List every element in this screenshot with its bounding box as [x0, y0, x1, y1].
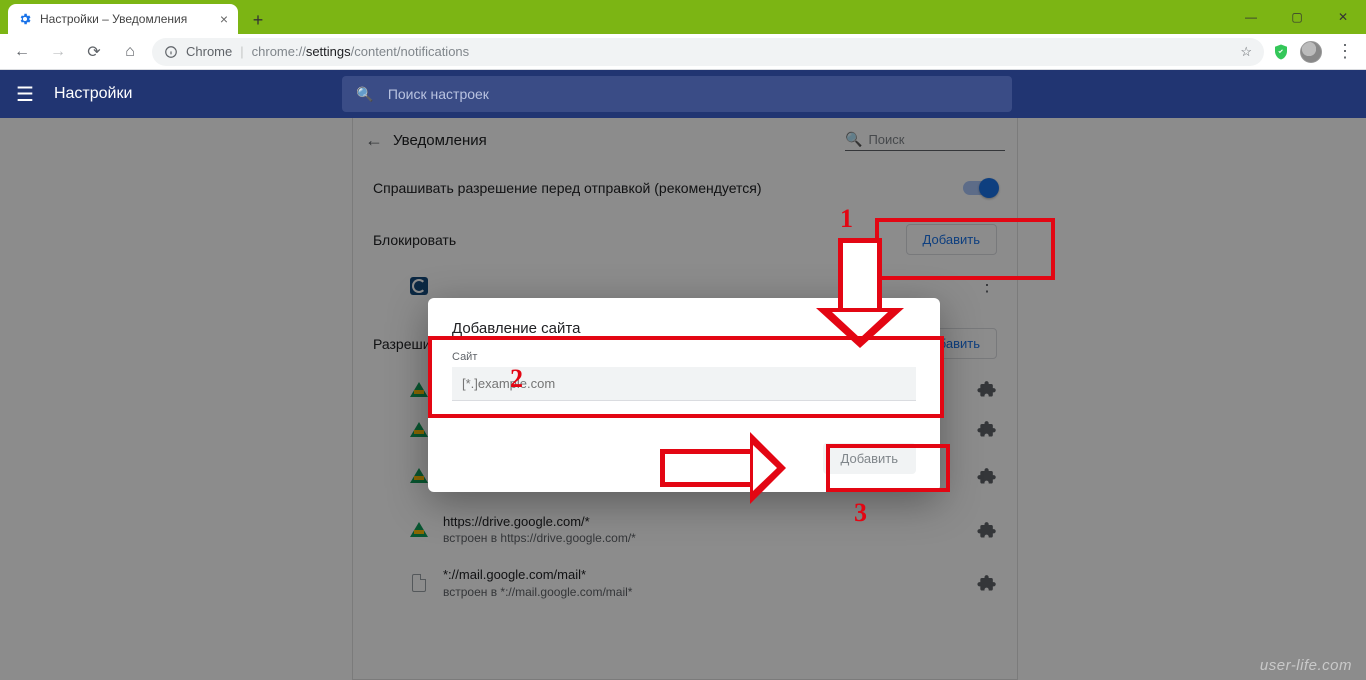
dialog-field-label: Сайт: [452, 351, 916, 363]
browser-menu-icon[interactable]: ⋮: [1332, 41, 1358, 62]
omnibox[interactable]: Chrome | chrome://settings/content/notif…: [152, 38, 1264, 66]
nav-home-icon[interactable]: ⌂: [116, 38, 144, 66]
nav-forward-icon[interactable]: →: [44, 38, 72, 66]
address-bar: ← → ⟳ ⌂ Chrome | chrome://settings/conte…: [0, 34, 1366, 70]
omnibox-url: chrome://settings/content/notifications: [252, 44, 1233, 59]
gear-icon: [18, 12, 32, 26]
window-minimize[interactable]: —: [1228, 0, 1274, 34]
window-close[interactable]: ✕: [1320, 0, 1366, 34]
profile-avatar[interactable]: [1300, 41, 1322, 63]
info-icon: [164, 45, 178, 59]
bookmark-star-icon[interactable]: ☆: [1240, 44, 1252, 60]
settings-title: Настройки: [54, 85, 132, 103]
window-controls: — ▢ ✕: [1228, 0, 1366, 34]
new-tab-button[interactable]: +: [244, 6, 272, 34]
page-body: ← Уведомления 🔍 Поиск Спрашивать разреше…: [0, 118, 1366, 680]
extension-shield-icon[interactable]: [1272, 43, 1290, 61]
nav-back-icon[interactable]: ←: [8, 38, 36, 66]
tab-title: Настройки – Уведомления: [40, 12, 214, 26]
browser-tab[interactable]: Настройки – Уведомления ×: [8, 4, 238, 34]
search-icon: 🔍: [356, 86, 373, 103]
settings-search-placeholder: Поиск настроек: [388, 86, 489, 102]
watermark: user-life.com: [1260, 657, 1352, 674]
nav-reload-icon[interactable]: ⟳: [80, 38, 108, 66]
dialog-title: Добавление сайта: [452, 320, 916, 337]
hamburger-icon[interactable]: ☰: [16, 82, 34, 107]
settings-search[interactable]: 🔍 Поиск настроек: [342, 76, 1012, 112]
add-site-dialog: Добавление сайта Сайт Отмена Добавить: [428, 298, 940, 492]
dialog-confirm-button[interactable]: Добавить: [823, 443, 916, 474]
omnibox-secure-label: Chrome: [186, 44, 232, 59]
tab-close-icon[interactable]: ×: [220, 11, 228, 27]
window-titlebar: Настройки – Уведомления × + — ▢ ✕: [0, 0, 1366, 34]
window-maximize[interactable]: ▢: [1274, 0, 1320, 34]
site-url-input[interactable]: [452, 367, 916, 401]
settings-topbar: ☰ Настройки 🔍 Поиск настроек: [0, 70, 1366, 118]
